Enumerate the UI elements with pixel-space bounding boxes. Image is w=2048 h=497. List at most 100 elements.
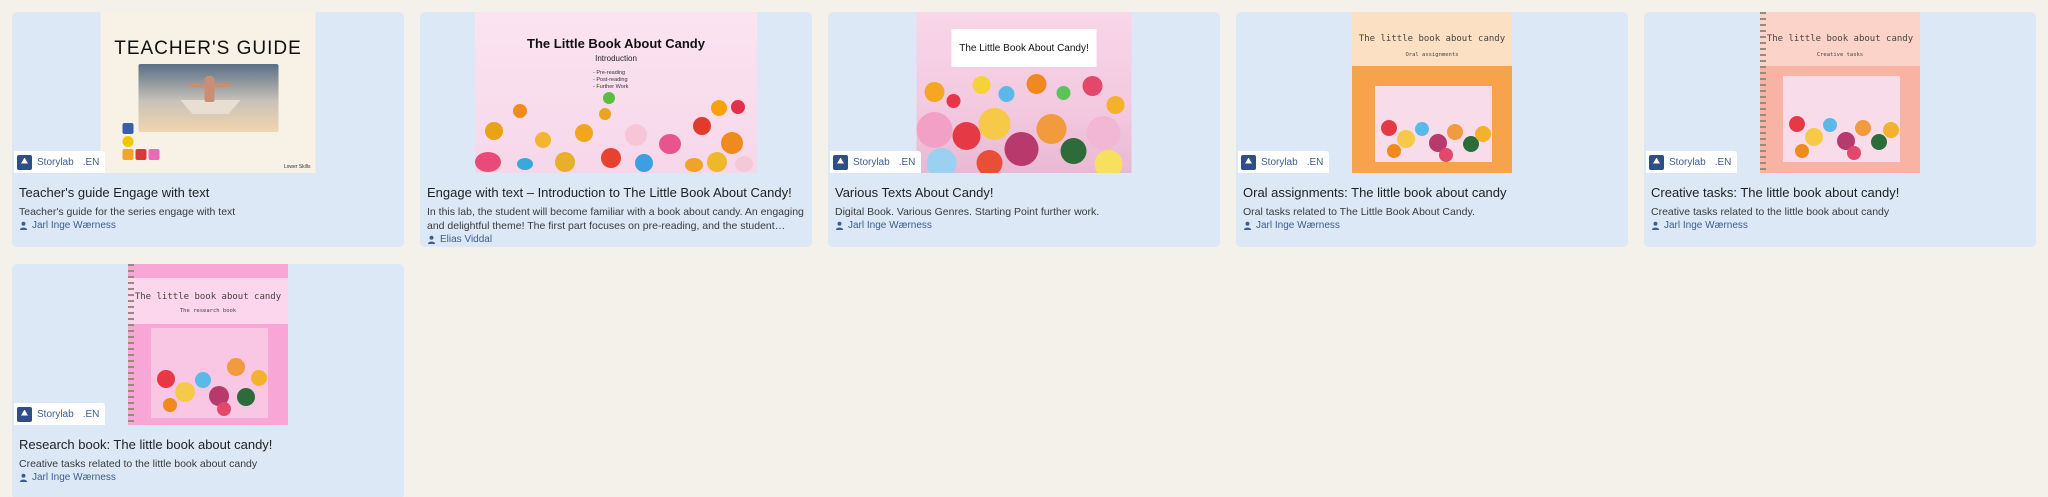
- card-thumbnail-area: TEACHER'S GUIDE Lower Skills Storylab .E…: [12, 12, 404, 173]
- cover-candy-picture: [151, 328, 268, 418]
- card-description: Creative tasks related to the little boo…: [1651, 206, 1890, 218]
- card-info: Teacher's guide Engage with text Teacher…: [12, 173, 404, 231]
- dots-icon: [148, 149, 160, 160]
- thumb-list-item: - Post-reading: [593, 77, 628, 83]
- card-author[interactable]: Elias Viddal: [427, 234, 806, 245]
- candy-shape: [998, 86, 1015, 102]
- card-info: Oral assignments: The little book about …: [1236, 173, 1628, 231]
- candy-shape: [693, 117, 711, 135]
- card-thumbnail[interactable]: The Little Book About Candy Introduction…: [475, 12, 757, 173]
- card-author[interactable]: Jarl Inge Wærness: [19, 220, 398, 231]
- badge-label: Storylab: [37, 408, 74, 420]
- thumb-subheading: Oral assignments: [1405, 52, 1459, 58]
- candy-shape: [721, 132, 743, 154]
- card-description: Teacher's guide for the series engage wi…: [19, 206, 236, 218]
- card-author[interactable]: Jarl Inge Wærness: [1651, 220, 2030, 231]
- candy-shape: [1060, 138, 1087, 164]
- card-description: In this lab, the student will become fam…: [427, 206, 804, 232]
- thumb-heading: The little book about candy: [134, 292, 282, 302]
- resource-card-oral-assignments[interactable]: The little book about candy Oral assignm…: [1236, 12, 1628, 247]
- candy-shape: [485, 122, 503, 140]
- candy-shape: [731, 100, 745, 114]
- resource-card-research-book[interactable]: The little book about candy The research…: [12, 264, 404, 497]
- card-title[interactable]: Oral assignments: The little book about …: [1243, 185, 1622, 200]
- candy-shape: [1056, 86, 1071, 100]
- person-icon: [835, 221, 844, 230]
- thumb-heading: The Little Book About Candy!: [951, 29, 1097, 67]
- cover-candy-picture: [1783, 76, 1900, 162]
- candy-shape: [575, 124, 593, 142]
- candy-shape: [659, 134, 681, 154]
- card-description: Digital Book. Various Genres. Starting P…: [835, 206, 1100, 218]
- card-info: Research book: The little book about can…: [12, 425, 404, 483]
- candy-shape: [1004, 132, 1039, 166]
- candy-shape: [685, 158, 703, 172]
- card-info: Creative tasks: The little book about ca…: [1644, 173, 2036, 231]
- candy-shape: [711, 100, 727, 116]
- candy-shape: [603, 92, 615, 104]
- card-thumbnail[interactable]: The little book about candy Oral assignm…: [1352, 12, 1512, 173]
- badge-language: .EN: [898, 156, 916, 168]
- author-name: Jarl Inge Wærness: [1256, 220, 1340, 231]
- card-author[interactable]: Jarl Inge Wærness: [19, 472, 398, 483]
- card-thumbnail[interactable]: The Little Book About Candy!: [916, 12, 1132, 173]
- thumb-footer: Lower Skills: [283, 164, 311, 170]
- candy-shape: [976, 150, 1003, 173]
- candy-shape: [513, 104, 527, 118]
- card-author[interactable]: Jarl Inge Wærness: [835, 220, 1214, 231]
- candy-shape: [926, 148, 957, 173]
- cover-candy-picture: [1375, 86, 1492, 162]
- badge-label: Storylab: [1669, 156, 1706, 168]
- resource-card-teachers-guide[interactable]: TEACHER'S GUIDE Lower Skills Storylab .E…: [12, 12, 404, 247]
- card-title[interactable]: Various Texts About Candy!: [835, 185, 1214, 200]
- candy-shape: [735, 156, 753, 172]
- storylab-logo-icon: [1241, 154, 1256, 170]
- circle-icon: [122, 136, 134, 147]
- thumb-heading: The little book about candy: [1766, 34, 1914, 44]
- thumb-heading: The little book about candy: [1358, 34, 1506, 44]
- badge-language: .EN: [1306, 156, 1324, 168]
- candy-shape: [946, 94, 961, 108]
- girl-shape: [204, 76, 215, 102]
- person-icon: [1651, 221, 1660, 230]
- storylab-badge: Storylab .EN: [1238, 151, 1330, 173]
- card-thumbnail[interactable]: The little book about candy Creative tas…: [1760, 12, 1920, 173]
- card-thumbnail-area: The little book about candy The research…: [12, 264, 404, 425]
- candy-shape: [978, 108, 1011, 140]
- thumb-subheading: The research book: [179, 308, 237, 314]
- candy-shape: [1026, 74, 1047, 94]
- spiral-binding: [128, 264, 134, 425]
- badge-language: .EN: [82, 156, 100, 168]
- candy-shape: [601, 148, 621, 168]
- square-icon: [122, 123, 134, 134]
- thumb-list-item: - Pre-reading: [593, 70, 626, 76]
- candy-shape: [916, 112, 953, 148]
- storylab-logo-icon: [833, 154, 848, 170]
- card-description: Oral tasks related to The Little Book Ab…: [1243, 206, 1475, 218]
- candy-shape: [535, 132, 551, 148]
- card-thumbnail-area: The little book about candy Oral assignm…: [1236, 12, 1628, 173]
- card-title[interactable]: Teacher's guide Engage with text: [19, 185, 398, 200]
- author-name: Jarl Inge Wærness: [32, 220, 116, 231]
- candy-shape: [1082, 76, 1103, 96]
- card-thumbnail-area: The little book about candy Creative tas…: [1644, 12, 2036, 173]
- card-title[interactable]: Creative tasks: The little book about ca…: [1651, 185, 2030, 200]
- badge-language: .EN: [1714, 156, 1732, 168]
- card-title[interactable]: Engage with text – Introduction to The L…: [427, 185, 806, 200]
- card-thumbnail[interactable]: The little book about candy The research…: [128, 264, 288, 425]
- resource-card-engage-intro[interactable]: The Little Book About Candy Introduction…: [420, 12, 812, 247]
- card-title[interactable]: Research book: The little book about can…: [19, 437, 398, 452]
- author-name: Elias Viddal: [440, 234, 493, 245]
- card-author[interactable]: Jarl Inge Wærness: [1243, 220, 1622, 231]
- card-thumbnail[interactable]: TEACHER'S GUIDE Lower Skills: [100, 12, 316, 173]
- person-icon: [19, 473, 28, 482]
- candy-shape: [475, 152, 501, 172]
- badge-label: Storylab: [1261, 156, 1298, 168]
- person-icon: [1243, 221, 1252, 230]
- resource-grid: TEACHER'S GUIDE Lower Skills Storylab .E…: [12, 12, 2036, 497]
- person-icon: [427, 235, 436, 244]
- resource-card-creative-tasks[interactable]: The little book about candy Creative tas…: [1644, 12, 2036, 247]
- resource-card-various-texts[interactable]: The Little Book About Candy! Storylab .E…: [828, 12, 1220, 247]
- thumb-heading: The Little Book About Candy: [527, 36, 705, 51]
- storylab-logo-icon: [17, 154, 32, 170]
